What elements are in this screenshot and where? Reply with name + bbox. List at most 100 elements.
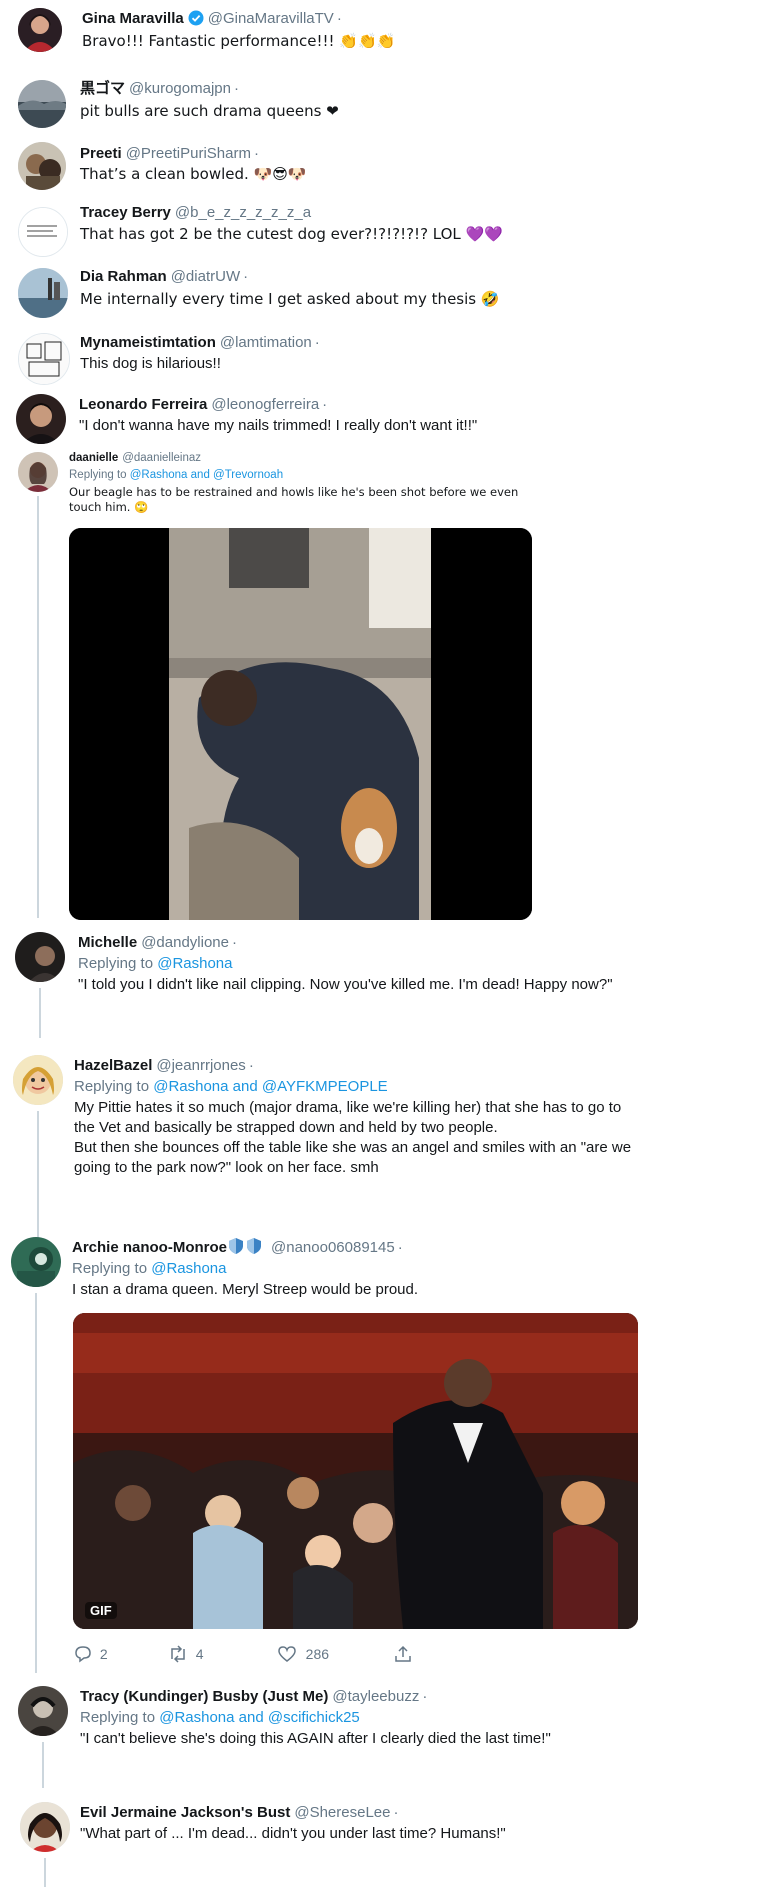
author-handle[interactable]: @ShereseLee <box>294 1804 390 1821</box>
replying-to-link[interactable]: @Rashona <box>157 955 232 972</box>
separator-dot: · <box>397 1239 403 1256</box>
author-handle[interactable]: @leonogferreira <box>211 396 319 413</box>
author-name[interactable]: Tracy (Kundinger) Busby (Just Me) <box>80 1688 328 1705</box>
gif-badge: GIF <box>85 1602 117 1619</box>
replying-to-prefix: Replying to <box>80 1709 156 1726</box>
avatar[interactable] <box>18 80 66 128</box>
avatar[interactable] <box>18 8 62 52</box>
separator-dot: · <box>322 396 328 413</box>
verified-badge-icon <box>188 10 204 32</box>
tweet[interactable]: Leonardo Ferreira @leonogferreira · "I don… <box>0 392 765 450</box>
tweet[interactable]: Gina Maravilla @GinaMaravillaTV · Bravo!!!… <box>0 0 765 62</box>
shield-icon <box>247 1238 262 1260</box>
replying-to-prefix: Replying to <box>74 1078 150 1095</box>
tweet[interactable]: Archie nanoo-Monroe @nanoo06089145 · Reply… <box>0 1235 765 1675</box>
thread-line <box>42 1742 44 1788</box>
tweet[interactable]: 黒ゴマ @kurogomajpn · pit bulls are such dram… <box>0 72 765 130</box>
replying-to-link[interactable]: @Rashona and @scifichick25 <box>159 1709 360 1726</box>
replying-to-link[interactable]: @Rashona and @AYFKMPEOPLE <box>153 1078 387 1095</box>
retweet-icon <box>168 1645 188 1666</box>
tweet[interactable]: Michelle @dandylione · Replying to @Rashon… <box>0 930 765 1038</box>
author-handle[interactable]: @diatrUW <box>171 268 240 285</box>
author-name[interactable]: Evil Jermaine Jackson's Bust <box>80 1804 290 1821</box>
avatar[interactable] <box>18 268 68 318</box>
author-name[interactable]: HazelBazel <box>74 1057 152 1074</box>
tweet-text: That’s a clean bowled. 🐶😎🐶 <box>80 165 307 183</box>
author-name[interactable]: Leonardo Ferreira <box>79 396 207 413</box>
author-name[interactable]: Preeti <box>80 145 122 162</box>
thread-line <box>44 1858 46 1887</box>
avatar[interactable] <box>18 142 66 190</box>
tweet-video[interactable] <box>69 528 532 920</box>
like-count: 286 <box>305 1646 330 1663</box>
reply-button[interactable]: 2 <box>74 1645 164 1666</box>
tweet-gif[interactable]: GIF <box>73 1313 638 1629</box>
separator-dot: · <box>253 145 259 162</box>
replying-to: Replying to @Rashona <box>72 1259 227 1279</box>
replying-to: Replying to @Rashona and @scifichick25 <box>80 1708 360 1728</box>
tweet-text: I stan a drama queen. Meryl Streep would… <box>72 1281 419 1298</box>
replying-to: Replying to @Rashona and @AYFKMPEOPLE <box>74 1077 388 1097</box>
avatar[interactable] <box>20 1802 70 1852</box>
tweet-text: "What part of ... I'm dead... didn't you… <box>80 1825 506 1842</box>
tweet-actions: 2 4 286 <box>74 1645 412 1666</box>
tweet-text: My Pittie hates it so much (major drama,… <box>74 1099 632 1176</box>
replying-to-prefix: Replying to <box>78 955 154 972</box>
author-name[interactable]: daanielle <box>69 452 118 464</box>
avatar[interactable] <box>18 207 68 257</box>
author-handle[interactable]: @tayleebuzz <box>332 1688 419 1705</box>
separator-dot: · <box>336 10 342 27</box>
replying-to-link[interactable]: @Rashona <box>151 1260 226 1277</box>
tweet-text: This dog is hilarious!! <box>80 355 221 372</box>
reply-count: 2 <box>99 1646 108 1663</box>
author-handle[interactable]: @PreetiPuriSharm <box>126 145 251 162</box>
tweet-text: Bravo!!! Fantastic performance!!! 👏👏👏 <box>82 32 396 50</box>
avatar[interactable] <box>16 394 66 444</box>
separator-dot: · <box>248 1057 254 1074</box>
author-name[interactable]: Michelle <box>78 934 137 951</box>
tweet[interactable]: Dia Rahman @diatrUW · Me internally every … <box>0 264 765 326</box>
author-handle[interactable]: @lamtimation <box>220 334 312 351</box>
author-handle[interactable]: @kurogomajpn <box>129 80 231 97</box>
replying-to: Replying to @Rashona and @Trevornoah <box>69 468 283 483</box>
author-handle[interactable]: @dandylione <box>141 934 229 951</box>
share-button[interactable] <box>394 1645 412 1666</box>
tweet[interactable]: Evil Jermaine Jackson's Bust @ShereseLee ·… <box>0 1800 765 1887</box>
author-name[interactable]: Gina Maravilla <box>82 10 184 27</box>
like-button[interactable]: 286 <box>278 1645 390 1666</box>
separator-dot: · <box>243 268 249 285</box>
author-handle[interactable]: @jeanrrjones <box>156 1057 245 1074</box>
avatar[interactable] <box>11 1237 61 1287</box>
tweet[interactable]: Mynameistimtation @lamtimation · This dog … <box>0 330 765 388</box>
author-name[interactable]: Mynameistimtation <box>80 334 216 351</box>
author-handle[interactable]: @GinaMaravillaTV <box>208 10 334 27</box>
avatar[interactable] <box>15 932 65 982</box>
avatar[interactable] <box>13 1055 63 1105</box>
tweet[interactable]: Tracey Berry @b_e_z_z_z_z_z_a That has go… <box>0 199 765 257</box>
tweet[interactable]: Preeti @PreetiPuriSharm · That’s a clean b… <box>0 136 765 194</box>
separator-dot: · <box>314 334 320 351</box>
replying-to-link[interactable]: @Rashona and @Trevornoah <box>130 469 283 481</box>
author-handle[interactable]: @b_e_z_z_z_z_z_a <box>175 204 311 221</box>
tweet[interactable]: Tracy (Kundinger) Busby (Just Me) @taylee… <box>0 1684 765 1788</box>
author-name[interactable]: Archie nanoo-Monroe <box>72 1239 227 1256</box>
retweet-button[interactable]: 4 <box>168 1645 274 1666</box>
author-name[interactable]: 黒ゴマ <box>80 80 125 97</box>
author-name[interactable]: Tracey Berry <box>80 204 171 221</box>
reply-icon <box>74 1645 92 1666</box>
avatar[interactable] <box>18 333 70 385</box>
avatar[interactable] <box>18 1686 68 1736</box>
tweet[interactable]: HazelBazel @jeanrrjones · Replying to @Ras… <box>0 1053 765 1271</box>
tweet-text: Our beagle has to be restrained and howl… <box>69 485 519 514</box>
tweet[interactable]: daanielle @daanielleinaz Replying to @Ras… <box>0 450 765 920</box>
author-name[interactable]: Dia Rahman <box>80 268 167 285</box>
author-handle[interactable]: @daanielleinaz <box>122 452 201 464</box>
author-handle[interactable]: @nanoo06089145 <box>271 1239 395 1256</box>
shield-icon <box>229 1238 244 1260</box>
share-icon <box>394 1645 412 1666</box>
thread-line <box>35 1293 37 1673</box>
replying-to-prefix: Replying to <box>69 469 127 481</box>
avatar[interactable] <box>18 452 58 492</box>
tweet-text: Me internally every time I get asked abo… <box>80 290 500 308</box>
retweet-count: 4 <box>195 1646 204 1663</box>
